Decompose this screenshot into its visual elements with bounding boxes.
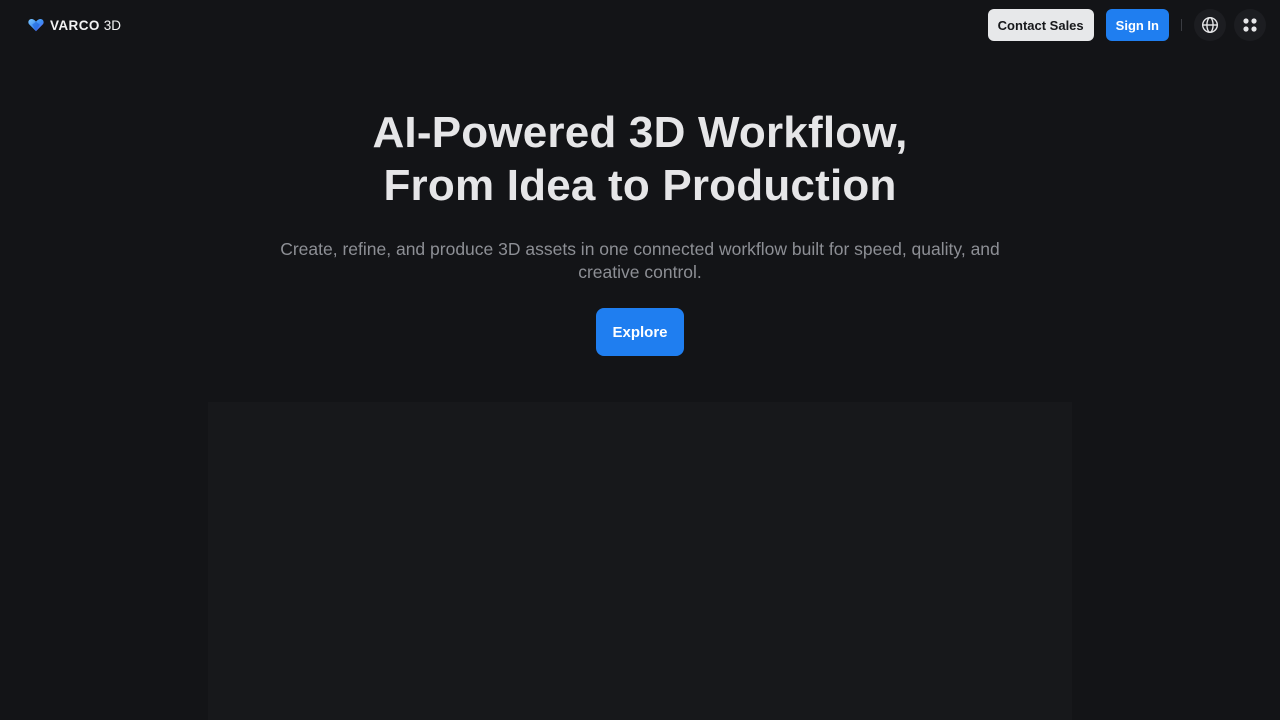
hero-title-line-1: AI-Powered 3D Workflow, bbox=[372, 108, 908, 157]
hero-title: AI-Powered 3D Workflow, From Idea to Pro… bbox=[0, 106, 1280, 212]
logo-wordmark: VARCO bbox=[50, 17, 100, 33]
language-button[interactable] bbox=[1194, 9, 1226, 41]
apps-menu-button[interactable] bbox=[1234, 9, 1266, 41]
hero-title-line-2: From Idea to Production bbox=[383, 161, 897, 210]
sign-in-button[interactable]: Sign In bbox=[1105, 9, 1169, 41]
hero-section: AI-Powered 3D Workflow, From Idea to Pro… bbox=[0, 106, 1280, 356]
top-nav: VARCO 3D Contact Sales Sign In bbox=[0, 0, 1280, 50]
hero-subtitle: Create, refine, and produce 3D assets in… bbox=[280, 239, 1000, 282]
nav-divider bbox=[1181, 19, 1182, 31]
apps-grid-icon bbox=[1243, 18, 1257, 32]
hero-media-panel bbox=[208, 402, 1072, 720]
nav-actions: Contact Sales Sign In bbox=[987, 9, 1266, 41]
logo-suffix: 3D bbox=[103, 17, 122, 33]
varco-heart-logo-icon bbox=[28, 19, 44, 32]
contact-sales-button[interactable]: Contact Sales bbox=[987, 9, 1094, 41]
globe-icon bbox=[1201, 16, 1219, 34]
explore-button[interactable]: Explore bbox=[596, 308, 684, 356]
logo[interactable]: VARCO 3D bbox=[28, 15, 121, 35]
